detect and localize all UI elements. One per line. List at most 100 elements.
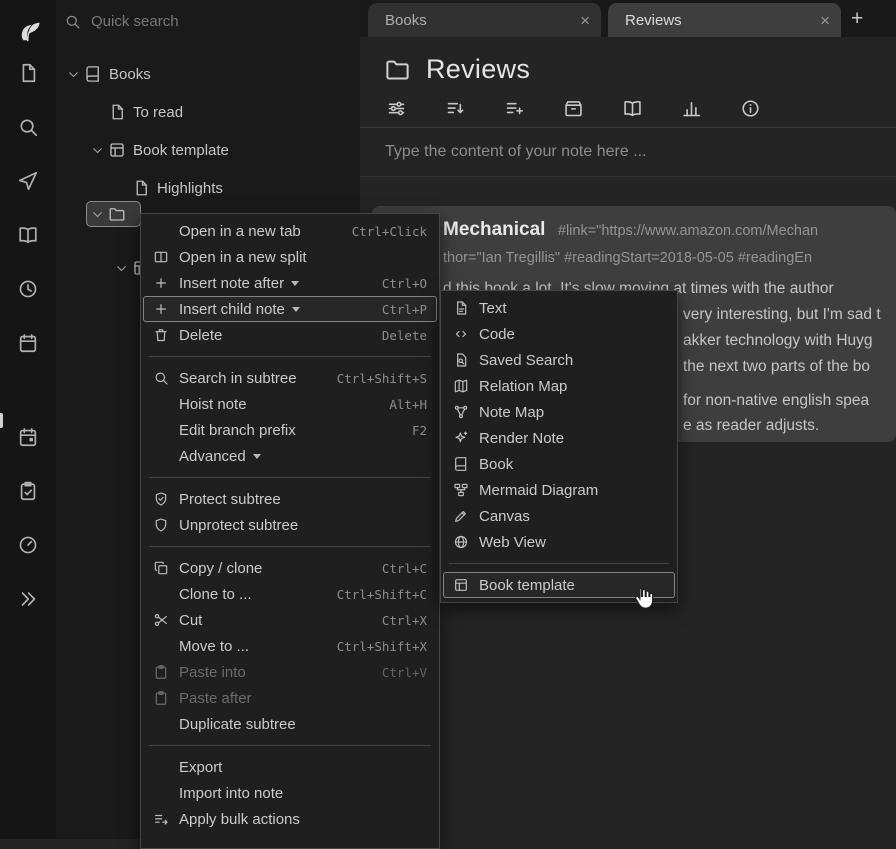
owned-attributes-icon[interactable] bbox=[445, 98, 466, 119]
menu-item-import-into-note[interactable]: Import into note bbox=[143, 780, 437, 806]
render-icon bbox=[453, 430, 469, 446]
analytics-icon[interactable] bbox=[681, 98, 702, 119]
book-map-icon[interactable] bbox=[622, 98, 643, 119]
menu-item-delete[interactable]: DeleteDelete bbox=[143, 322, 437, 348]
menu-item-label: Paste into bbox=[179, 664, 246, 681]
code-icon bbox=[453, 326, 469, 342]
menu-item-export[interactable]: Export bbox=[143, 754, 437, 780]
tree-item-label: Books bbox=[109, 66, 151, 83]
menu-item-clone-to[interactable]: Clone to ...Ctrl+Shift+C bbox=[143, 581, 437, 607]
menu-item-insert-child-note[interactable]: Insert child noteCtrl+P bbox=[143, 296, 437, 322]
dropdown-caret-icon bbox=[292, 307, 300, 312]
note-info-icon[interactable] bbox=[740, 98, 761, 119]
note-map-icon bbox=[453, 404, 469, 420]
menu-separator bbox=[149, 745, 431, 746]
menu-item-protect-subtree[interactable]: Protect subtree bbox=[143, 486, 437, 512]
shortcut-label: Ctrl+P bbox=[368, 302, 427, 317]
submenu-item-code[interactable]: Code bbox=[443, 321, 675, 347]
menu-item-edit-branch-prefix[interactable]: Edit branch prefixF2 bbox=[143, 417, 437, 443]
child-note-title[interactable]: Mechanical bbox=[443, 219, 545, 240]
dashboard-icon[interactable] bbox=[0, 518, 56, 572]
tab-reviews[interactable]: Reviews× bbox=[608, 3, 841, 37]
shortcut-label: Ctrl+O bbox=[368, 276, 427, 291]
search-icon[interactable] bbox=[0, 100, 56, 154]
shield-check-icon bbox=[153, 491, 169, 507]
submenu-item-mermaid-diagram[interactable]: Mermaid Diagram bbox=[443, 477, 675, 503]
menu-item-label: Copy / clone bbox=[179, 560, 262, 577]
dropdown-caret-icon bbox=[291, 281, 299, 286]
submenu-item-web-view[interactable]: Web View bbox=[443, 529, 675, 555]
copy-icon bbox=[153, 560, 169, 576]
submenu-item-saved-search[interactable]: Saved Search bbox=[443, 347, 675, 373]
archive-icon[interactable] bbox=[563, 98, 584, 119]
tab-label: Books bbox=[385, 12, 427, 29]
tree-item-label: Highlights bbox=[157, 180, 223, 197]
note-attributes: #link="https://www.amazon.com/Mechan bbox=[558, 223, 818, 239]
add-tab-button[interactable]: + bbox=[851, 7, 863, 31]
submenu-item-book[interactable]: Book bbox=[443, 451, 675, 477]
submenu-item-text[interactable]: Text bbox=[443, 295, 675, 321]
tree-item-to-read[interactable]: To read bbox=[56, 94, 360, 130]
trash-icon bbox=[153, 327, 169, 343]
note-body-text: for non-native english spea bbox=[683, 392, 869, 410]
menu-item-label: Web View bbox=[479, 534, 546, 551]
caret-spacer bbox=[90, 105, 105, 120]
mermaid-icon bbox=[453, 482, 469, 498]
shortcut-label: Ctrl+Shift+S bbox=[323, 371, 427, 386]
expand-caret-icon[interactable] bbox=[66, 67, 81, 82]
submenu-item-note-map[interactable]: Note Map bbox=[443, 399, 675, 425]
note-content-placeholder[interactable]: Type the content of your note here ... bbox=[360, 128, 896, 176]
menu-item-move-to[interactable]: Move to ...Ctrl+Shift+X bbox=[143, 633, 437, 659]
calendar-icon[interactable] bbox=[0, 316, 56, 370]
new-note-icon[interactable] bbox=[0, 46, 56, 100]
tasks-icon[interactable] bbox=[0, 464, 56, 518]
submenu-item-render-note[interactable]: Render Note bbox=[443, 425, 675, 451]
submenu-item-canvas[interactable]: Canvas bbox=[443, 503, 675, 529]
collapse-icon[interactable] bbox=[0, 572, 56, 626]
tab-books[interactable]: Books × bbox=[368, 3, 601, 37]
menu-item-copy-clone[interactable]: Copy / cloneCtrl+C bbox=[143, 555, 437, 581]
menu-item-insert-note-after[interactable]: Insert note after Ctrl+O bbox=[143, 270, 437, 296]
expand-caret-icon[interactable] bbox=[114, 261, 129, 276]
close-icon[interactable]: × bbox=[820, 12, 830, 29]
open-book-icon[interactable] bbox=[0, 208, 56, 262]
tree-context-menu: Open in a new tabCtrl+ClickOpen in a new… bbox=[140, 213, 440, 849]
basic-properties-icon[interactable] bbox=[386, 98, 407, 119]
tree-item-label: To read bbox=[133, 104, 183, 121]
close-icon[interactable]: × bbox=[580, 12, 590, 29]
menu-item-cut[interactable]: CutCtrl+X bbox=[143, 607, 437, 633]
menu-item-label: Canvas bbox=[479, 508, 530, 525]
menu-item-search-in-subtree[interactable]: Search in subtreeCtrl+Shift+S bbox=[143, 365, 437, 391]
menu-item-duplicate-subtree[interactable]: Duplicate subtree bbox=[143, 711, 437, 737]
menu-item-apply-bulk-actions[interactable]: Apply bulk actions bbox=[143, 806, 437, 832]
plus-icon bbox=[153, 275, 169, 291]
menu-separator bbox=[149, 477, 431, 478]
search-icon bbox=[153, 370, 169, 386]
menu-item-label: Advanced bbox=[179, 448, 246, 465]
ribbon-toolbar bbox=[360, 89, 896, 127]
menu-item-label: Insert note after bbox=[179, 275, 284, 292]
calendar-event-icon[interactable] bbox=[0, 410, 56, 464]
menu-item-label: Text bbox=[479, 300, 507, 317]
relation-map-icon bbox=[453, 378, 469, 394]
expand-caret-icon[interactable] bbox=[90, 207, 105, 222]
expand-caret-icon[interactable] bbox=[90, 143, 105, 158]
tree-item-book-template[interactable]: Book template bbox=[56, 132, 360, 168]
history-icon[interactable] bbox=[0, 262, 56, 316]
menu-item-label: Book template bbox=[479, 577, 575, 594]
menu-item-unprotect-subtree[interactable]: Unprotect subtree bbox=[143, 512, 437, 538]
tab-bar: Books×Reviews× + bbox=[360, 0, 896, 37]
jump-to-icon[interactable] bbox=[0, 154, 56, 208]
icon-spacer bbox=[153, 396, 169, 412]
menu-item-open-in-a-new-split[interactable]: Open in a new split bbox=[143, 244, 437, 270]
tree-item-books[interactable]: Books bbox=[56, 56, 360, 92]
menu-item-label: Unprotect subtree bbox=[179, 517, 298, 534]
menu-item-open-in-a-new-tab[interactable]: Open in a new tabCtrl+Click bbox=[143, 218, 437, 244]
add-attribute-icon[interactable] bbox=[504, 98, 525, 119]
icon-spacer bbox=[153, 448, 169, 464]
shortcut-label: Ctrl+Shift+X bbox=[323, 639, 427, 654]
trilium-logo-icon[interactable] bbox=[11, 8, 45, 46]
submenu-item-relation-map[interactable]: Relation Map bbox=[443, 373, 675, 399]
menu-item-hoist-note[interactable]: Hoist noteAlt+H bbox=[143, 391, 437, 417]
menu-item-advanced[interactable]: Advanced bbox=[143, 443, 437, 469]
